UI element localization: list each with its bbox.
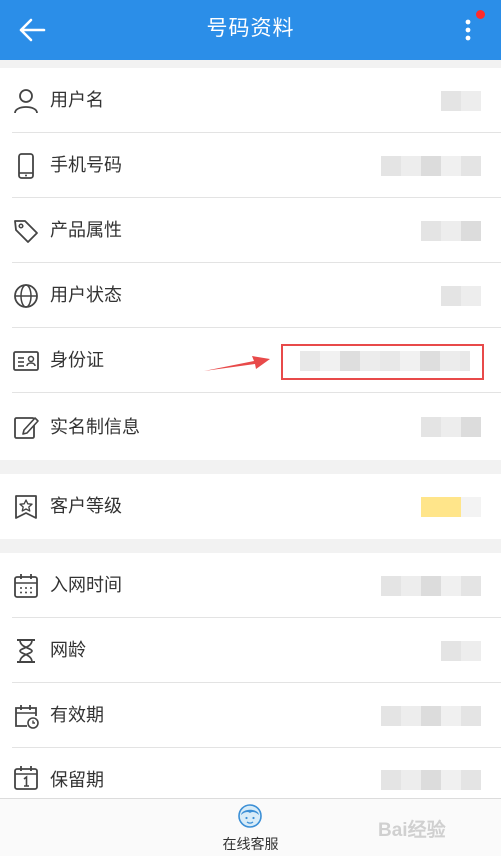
row-label: 入网时间	[50, 575, 122, 595]
info-row-username[interactable]: 用户名	[0, 68, 501, 133]
masked-value	[381, 770, 481, 790]
row-label: 客户等级	[50, 496, 122, 516]
hourglass-icon	[17, 638, 35, 663]
section-gap	[0, 539, 501, 553]
masked-value	[441, 640, 481, 661]
header-bar: 号码资料	[0, 0, 501, 60]
row-label: 有效期	[50, 705, 104, 725]
masked-value	[441, 285, 481, 306]
level-value	[421, 496, 481, 517]
user-icon	[14, 88, 38, 113]
info-row-product[interactable]: 产品属性	[0, 198, 501, 263]
edit-icon	[14, 417, 39, 439]
customer-service-icon[interactable]	[237, 803, 263, 829]
masked-id-value	[300, 351, 470, 371]
masked-value	[381, 575, 481, 596]
notification-dot	[476, 10, 485, 19]
page-title: 号码资料	[206, 17, 295, 40]
masked-value	[441, 90, 481, 111]
info-row-level[interactable]: 客户等级	[0, 474, 501, 539]
row-label: 身份证	[50, 350, 104, 370]
masked-value	[421, 220, 481, 241]
tag-icon	[14, 219, 38, 243]
calendar-icon	[14, 573, 38, 598]
section-gap	[0, 460, 501, 474]
info-row-network-age[interactable]: 网龄	[0, 618, 501, 683]
phone-icon	[18, 152, 34, 179]
info-row-retention[interactable]: 保留期	[0, 748, 501, 798]
section-gap	[0, 60, 501, 68]
row-label: 保留期	[50, 770, 104, 790]
id-card-icon	[13, 350, 39, 371]
row-label: 手机号码	[50, 155, 122, 175]
info-row-phone[interactable]: 手机号码	[0, 133, 501, 198]
watermark: Bai经验	[378, 820, 446, 841]
row-label: 网龄	[50, 640, 86, 660]
row-label: 用户名	[50, 90, 104, 110]
star-badge-icon	[15, 494, 37, 519]
back-button[interactable]	[14, 14, 50, 46]
info-row-realname[interactable]: 实名制信息	[0, 394, 501, 460]
row-label: 产品属性	[50, 220, 122, 240]
calendar-clock-icon	[15, 704, 39, 729]
row-label: 用户状态	[50, 285, 122, 305]
globe-icon	[14, 283, 38, 308]
row-label: 实名制信息	[50, 417, 140, 437]
divider	[12, 392, 501, 393]
masked-value	[381, 705, 481, 726]
info-row-join-time[interactable]: 入网时间	[0, 553, 501, 618]
info-row-validity[interactable]: 有效期	[0, 683, 501, 748]
info-row-status[interactable]: 用户状态	[0, 263, 501, 328]
calendar-one-icon	[14, 766, 38, 790]
arrow-left-icon	[19, 18, 46, 42]
masked-value	[381, 155, 481, 176]
masked-value	[421, 417, 481, 437]
red-arrow-annotation	[204, 356, 270, 371]
